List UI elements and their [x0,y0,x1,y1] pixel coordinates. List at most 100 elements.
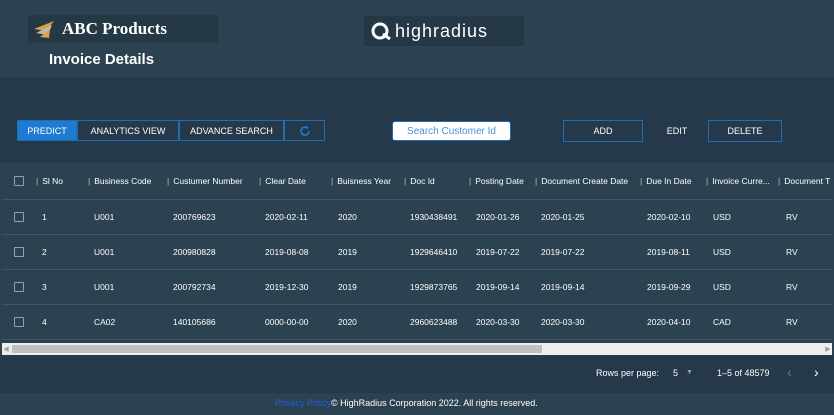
table-cell: RV [786,212,798,222]
copyright-text: © HighRadius Corporation 2022. All right… [331,398,538,408]
table-cell: 2019-08-11 [647,247,690,257]
column-header[interactable]: | Invoice Curre... [706,162,770,199]
table-cell: U001 [94,212,115,222]
table-cell: 200769623 [173,212,216,222]
checkbox-icon [14,212,24,222]
row-checkbox[interactable] [14,305,24,339]
table-header: | Sl No | Business Code | Custumer Number |… [2,162,832,200]
scroll-right-arrow-icon[interactable]: ▶ [824,343,832,355]
pagination: Rows per page: 5 ▼ 1–5 of 48579 ‹ › [0,355,834,393]
select-all-checkbox[interactable] [14,162,24,199]
rows-per-page-select[interactable]: 5 [673,368,678,378]
table-cell: 2020-01-26 [476,212,520,222]
table-cell: 2019 [338,247,357,257]
rows-per-page-label: Rows per page: [596,368,660,378]
company-logo-icon [34,21,54,38]
horizontal-scrollbar[interactable]: ◀ ▶ [2,343,832,355]
table-cell: 2019 [338,282,357,292]
table-cell: 2020-02-10 [647,212,691,222]
table-cell: USD [713,212,731,222]
column-header[interactable]: | Custumer Number [167,162,243,199]
table-row[interactable]: 2 U001 200980828 2019-08-08 2019 1929646… [2,235,832,270]
table-cell: 2020-03-30 [541,317,585,327]
table-cell: 2020 [338,317,357,327]
table-row[interactable]: 1 U001 200769623 2020-02-11 2020 1930438… [2,200,832,235]
checkbox-icon [14,247,24,257]
chevron-right-icon[interactable]: › [814,364,819,380]
table-cell: 0000-00-00 [265,317,309,327]
table-cell: 1929646410 [410,247,458,257]
brand: ABC Products [28,15,218,43]
privacy-policy-link[interactable]: Privacy Policy [275,398,331,408]
column-header[interactable]: | Posting Date [469,162,524,199]
table-cell: 1929873765 [410,282,458,292]
table-cell: 2 [42,247,47,257]
row-checkbox[interactable] [14,235,24,269]
page-title: Invoice Details [49,51,155,68]
table-cell: 3 [42,282,47,292]
table-cell: 2019-07-22 [476,247,520,257]
checkbox-icon [14,317,24,327]
table-cell: 2019-09-14 [476,282,520,292]
footer: Privacy Policy© HighRadius Corporation 2… [0,393,834,415]
table-row[interactable]: 4 CA02 140105686 0000-00-00 2020 2960623… [2,305,832,340]
table-cell: 2019-07-22 [541,247,585,257]
brand-name: ABC Products [62,19,167,38]
column-header[interactable]: | Business Code [88,162,151,199]
highradius-logo-icon [371,22,391,40]
table-cell: 2019-09-14 [541,282,585,292]
chevron-left-icon[interactable]: ‹ [787,364,792,380]
table-cell: 2019-08-08 [265,247,309,257]
edit-button[interactable]: EDIT [655,120,699,142]
table-cell: 2019-09-29 [647,282,691,292]
column-header[interactable]: | Document Create Date [535,162,628,199]
add-button[interactable]: ADD [563,120,643,142]
search-customer-input[interactable]: Search Customer Id [392,121,511,141]
table-cell: 140105686 [173,317,216,327]
table-cell: 2020-01-25 [541,212,585,222]
pagination-range: 1–5 of 48579 [717,368,770,378]
table-cell: USD [713,282,731,292]
delete-button[interactable]: DELETE [708,120,782,142]
table-cell: 200980828 [173,247,216,257]
partner-logo: highradius [364,16,524,46]
table-cell: CA02 [94,317,116,327]
row-checkbox[interactable] [14,200,24,234]
refresh-button[interactable] [284,120,325,141]
table-row[interactable]: 3 U001 200792734 2019-12-30 2019 1929873… [2,270,832,305]
table-cell: 1930438491 [410,212,458,222]
table-cell: 1 [42,212,47,222]
predict-button[interactable]: PREDICT [17,120,77,141]
table-cell: RV [786,282,798,292]
table-cell: RV [786,317,798,327]
column-header[interactable]: | Sl No [36,162,63,199]
view-button-group: PREDICT ANALYTICS VIEW ADVANCE SEARCH [17,120,325,141]
invoice-table: | Sl No | Business Code | Custumer Number |… [2,162,832,343]
table-cell: 2960623488 [410,317,458,327]
table-cell: 200792734 [173,282,216,292]
column-header[interactable]: | Due In Date [640,162,692,199]
table-cell: RV [786,247,798,257]
scrollbar-thumb[interactable] [12,345,542,353]
table-cell: CAD [713,317,731,327]
column-header[interactable]: | Clear Date [259,162,306,199]
caret-down-icon[interactable]: ▼ [686,369,693,376]
app-header: ABC Products Invoice Details highradius [0,0,834,78]
table-cell: U001 [94,282,115,292]
checkbox-icon [14,282,24,292]
table-cell: USD [713,247,731,257]
table-cell: U001 [94,247,115,257]
scroll-left-arrow-icon[interactable]: ◀ [2,343,10,355]
table-cell: 2020-03-30 [476,317,520,327]
row-checkbox[interactable] [14,270,24,304]
checkbox-icon [14,175,24,186]
table-cell: 4 [42,317,47,327]
column-header[interactable]: | Doc Id [404,162,435,199]
analytics-view-button[interactable]: ANALYTICS VIEW [77,120,179,141]
partner-logo-text: highradius [395,20,489,41]
table-cell: 2019-12-30 [265,282,309,292]
advance-search-button[interactable]: ADVANCE SEARCH [179,120,284,141]
column-header[interactable]: | Buisness Year [331,162,391,199]
column-header[interactable]: | Document T [778,162,830,199]
table-cell: 2020-04-10 [647,317,691,327]
